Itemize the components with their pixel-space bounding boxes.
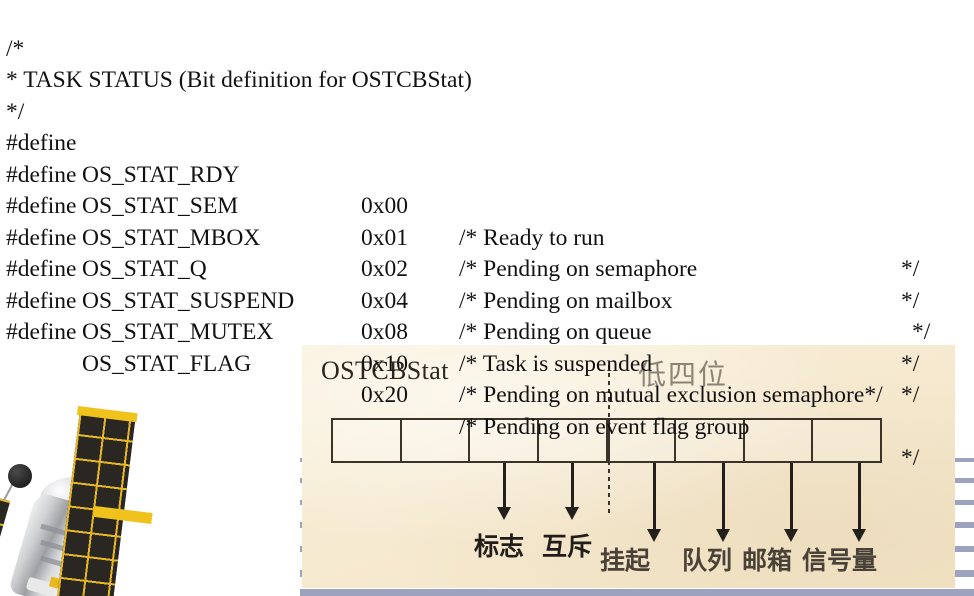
bit-cell-1[interactable] xyxy=(745,420,814,461)
define-row-0: #define OS_STAT_RDY 0x00 /* Ready to run… xyxy=(4,97,974,282)
bit-label-flag: 标志 xyxy=(474,532,525,561)
define-directive: #define xyxy=(6,319,77,345)
define-row-6: #define OS_STAT_FLAG 0x20 /* Pending on … xyxy=(4,286,974,471)
bit-cell-7[interactable] xyxy=(333,420,402,461)
define-comment: /* Pending on mutual exclusion semaphore… xyxy=(459,380,883,412)
define-row-5: #define OS_STAT_MUTEX 0x10 /* Pending on… xyxy=(4,254,974,409)
define-row-2: #define OS_STAT_MBOX 0x02 /* Pending on … xyxy=(4,160,974,345)
comment-text: Pending on event flag group xyxy=(483,413,750,440)
satellite-illustration xyxy=(0,380,300,596)
comment-text: Pending on queue xyxy=(483,319,652,345)
define-value: 0x08 xyxy=(361,319,408,345)
define-name: OS_STAT_MUTEX xyxy=(82,319,274,345)
define-row-3: #define OS_STAT_Q 0x04 /* Pending on que… xyxy=(4,191,974,377)
comment-end-token: */ xyxy=(912,319,931,345)
define-comment: /* Task is suspended xyxy=(459,349,652,381)
comment-start-token: /* xyxy=(459,382,478,408)
comment-end-token: */ xyxy=(901,382,920,408)
code-line-comment-title: * TASK STATUS (Bit definition for OSTCBS… xyxy=(4,34,974,93)
define-row-1: #define OS_STAT_SEM 0x01 /* Pending on s… xyxy=(4,128,974,314)
define-value: 0x20 xyxy=(361,382,408,408)
define-comment: /* Pending on queue xyxy=(459,317,652,349)
comment-end-token: */ xyxy=(864,382,883,408)
comment-end-token: */ xyxy=(901,350,920,377)
code-line-comment-open: /* xyxy=(4,2,974,62)
code-line-comment-close: */ xyxy=(4,65,974,125)
comment-text: Pending on mutual exclusion semaphore xyxy=(483,382,865,408)
comment-end-token: */ xyxy=(901,445,920,471)
bit-label-mailbox: 邮箱 xyxy=(742,546,793,575)
bit-label-semaphore: 信号量 xyxy=(802,546,878,575)
define-row-4: #define OS_STAT_SUSPEND 0x08 /* Task is … xyxy=(4,223,974,408)
comment-start-token: /* xyxy=(459,413,478,440)
define-comment: /* Pending on event flag group xyxy=(459,412,749,444)
code-listing: /* * TASK STATUS (Bit definition for OST… xyxy=(0,0,974,471)
define-name: OS_STAT_FLAG xyxy=(82,350,252,377)
comment-start-token: /* xyxy=(459,319,478,345)
bit-label-suspend: 挂起 xyxy=(600,546,651,575)
bit-cell-0[interactable] xyxy=(813,420,880,461)
define-value: 0x10 xyxy=(361,350,408,377)
comment-text: Task is suspended xyxy=(482,350,653,377)
bit-label-queue: 队列 xyxy=(682,546,733,575)
bit-label-mutex: 互斥 xyxy=(542,532,593,561)
comment-start-token: /* xyxy=(459,350,478,377)
